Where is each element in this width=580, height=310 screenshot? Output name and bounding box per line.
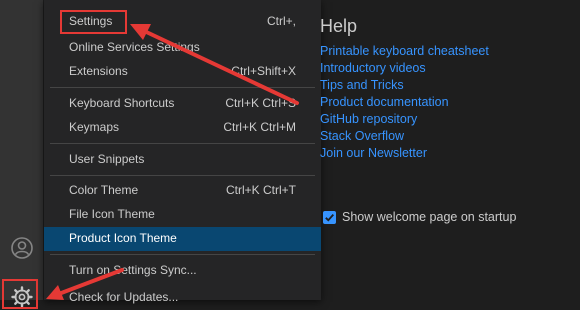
menu-item-shortcut: Ctrl+K Ctrl+M [223, 120, 296, 134]
menu-item-label: Turn on Settings Sync... [69, 263, 197, 277]
menu-item-label: Keymaps [69, 120, 120, 134]
menu-item-shortcut: Ctrl+K Ctrl+T [225, 183, 296, 197]
help-link-newsletter[interactable]: Join our Newsletter [320, 146, 427, 160]
menu-separator [50, 254, 315, 255]
help-link-keyboard-cheatsheet[interactable]: Printable keyboard cheatsheet [320, 44, 489, 58]
gear-highlight-box [2, 279, 38, 309]
menu-item-keymaps[interactable]: Keymaps Ctrl+K Ctrl+M [44, 116, 321, 140]
checkmark-icon [325, 213, 334, 221]
menu-item-label: Keyboard Shortcuts [69, 96, 175, 110]
help-link-github-repository[interactable]: GitHub repository [320, 112, 417, 126]
menu-item-shortcut: Ctrl+, [266, 14, 296, 28]
settings-highlight-box [60, 10, 127, 34]
help-link-tips-and-tricks[interactable]: Tips and Tricks [320, 78, 404, 92]
menu-item-product-icon-theme[interactable]: Product Icon Theme [44, 227, 321, 251]
menu-item-shortcut: Ctrl+K Ctrl+S [225, 96, 296, 110]
help-link-product-documentation[interactable]: Product documentation [320, 95, 449, 109]
menu-separator [50, 143, 315, 144]
menu-item-label: Product Icon Theme [69, 231, 177, 245]
menu-item-label: Check for Updates... [69, 290, 179, 304]
startup-checkbox-label: Show welcome page on startup [342, 210, 517, 224]
menu-item-online-services-settings[interactable]: Online Services Settings [44, 36, 321, 60]
menu-item-label: Extensions [69, 64, 128, 78]
menu-item-file-icon-theme[interactable]: File Icon Theme [44, 203, 321, 227]
help-link-introductory-videos[interactable]: Introductory videos [320, 61, 426, 75]
help-heading: Help [320, 16, 358, 36]
menu-item-user-snippets[interactable]: User Snippets [44, 148, 321, 172]
activity-bar [0, 0, 43, 308]
menu-item-label: Color Theme [69, 183, 139, 197]
manage-menu: Settings Ctrl+, Online Services Settings… [44, 0, 321, 304]
menu-item-shortcut: Ctrl+Shift+X [231, 64, 296, 78]
menu-item-label: Online Services Settings [69, 40, 200, 54]
startup-checkbox[interactable] [323, 210, 336, 224]
menu-separator [50, 175, 315, 176]
menu-item-color-theme[interactable]: Color Theme Ctrl+K Ctrl+T [44, 179, 321, 203]
menu-item-keyboard-shortcuts[interactable]: Keyboard Shortcuts Ctrl+K Ctrl+S [44, 92, 321, 116]
menu-item-extensions[interactable]: Extensions Ctrl+Shift+X [44, 60, 321, 84]
menu-item-label: User Snippets [69, 152, 145, 166]
menu-item-label: File Icon Theme [69, 207, 155, 221]
menu-item-check-for-updates[interactable]: Check for Updates... [44, 286, 321, 310]
help-link-stack-overflow[interactable]: Stack Overflow [320, 129, 404, 143]
menu-item-settings-sync[interactable]: Turn on Settings Sync... [44, 259, 321, 283]
startup-option: Show welcome page on startup [323, 210, 516, 224]
menu-separator [50, 87, 315, 88]
account-icon[interactable] [8, 234, 35, 261]
